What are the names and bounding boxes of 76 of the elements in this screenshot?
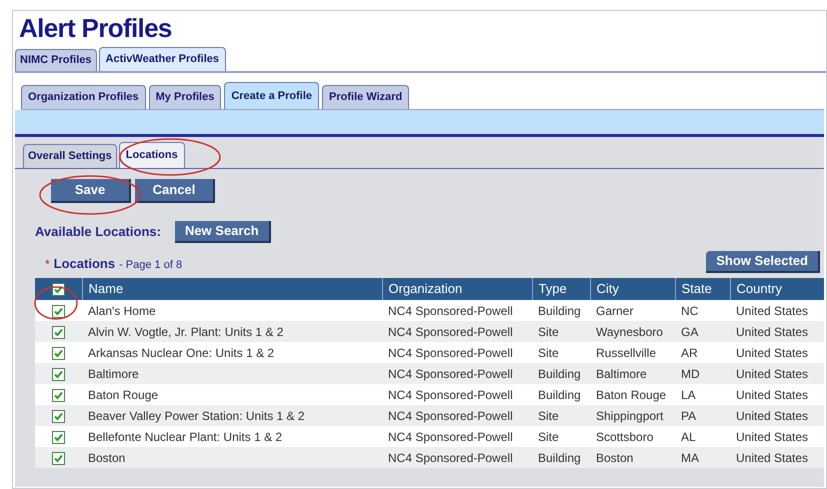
table-cell: Baton Rouge [596,388,666,402]
table-cell: Building [538,366,581,380]
table-cell: NC4 Sponsored-Powell [388,450,513,464]
table-cell: NC4 Sponsored-Powell [388,366,513,380]
checkbox[interactable] [52,304,65,318]
table-cell: Site [538,430,559,444]
checkbox[interactable] [52,368,65,381]
table-cell: United States [736,430,808,444]
table-cell: Shippingport [596,408,664,422]
table-cell: AR [681,346,698,360]
table-cell: Waynesboro [596,324,663,338]
table-cell: United States [736,408,808,422]
table-cell: Arkansas Nuclear One: Units 1 & 2 [88,346,274,360]
settings-tab[interactable]: Locations [118,142,185,168]
table-cell: Boston [88,450,126,464]
table-cell: Scottsboro [596,430,654,444]
table-cell: Building [538,450,581,464]
table-cell: Site [538,324,559,338]
profile-tab[interactable]: My Profiles [148,85,222,109]
table-cell: NC4 Sponsored-Powell [388,346,513,360]
table-cell: MA [681,450,699,464]
column-header[interactable]: Name [88,281,124,296]
table-cell: LA [681,388,696,402]
cancel-button[interactable]: Cancel [135,179,215,203]
save-button[interactable]: Save [51,179,131,203]
table-cell: GA [681,324,698,338]
table-cell: Russellville [596,346,656,360]
table-cell: Garner [596,304,634,318]
table-cell: Site [538,346,559,360]
table-cell: Building [538,304,581,318]
settings-tab[interactable]: Overall Settings [23,144,117,168]
table-cell: Alan's Home [88,304,156,318]
table-cell: NC4 Sponsored-Powell [388,324,513,338]
checkbox[interactable] [52,410,65,423]
page-title: Alert Profiles [19,13,173,43]
checkbox[interactable] [52,346,65,360]
table-cell: Beaver Valley Power Station: Units 1 & 2 [88,408,305,422]
profile-group-tab[interactable]: NIMC Profiles [15,49,97,71]
table-cell: United States [736,450,808,464]
profile-tab[interactable]: Organization Profiles [21,85,146,109]
profile-tab[interactable]: Profile Wizard [322,85,410,109]
annotation-ellipse [33,285,79,321]
new-search-button[interactable]: New Search [174,221,271,243]
table-cell: NC4 Sponsored-Powell [388,408,513,422]
table-cell: AL [681,430,696,444]
checkbox[interactable] [52,452,65,465]
table-cell: Alvin W. Vogtle, Jr. Plant: Units 1 & 2 [88,324,284,338]
table-cell: Site [538,408,559,422]
table-cell: United States [736,346,808,360]
table-cell: United States [736,366,808,380]
required-mark: * [45,256,50,272]
table-cell: PA [681,408,696,422]
available-locations-label: Available Locations: [35,223,161,242]
page-info: - Page 1 of 8 [119,258,182,272]
profile-tab[interactable]: Create a Profile [224,82,320,109]
table-cell: Boston [596,450,634,464]
profile-group-tab[interactable]: ActivWeather Profiles [98,47,226,71]
column-header[interactable]: City [596,281,619,296]
table-cell: NC4 Sponsored-Powell [388,304,513,318]
checkbox[interactable] [52,430,65,444]
table-cell: NC4 Sponsored-Powell [388,388,513,402]
table-cell: NC [681,304,698,318]
table-cell: Bellefonte Nuclear Plant: Units 1 & 2 [88,430,282,444]
table-cell: Baltimore [88,366,139,380]
checkbox[interactable] [52,326,65,339]
table-cell: Baton Rouge [88,388,158,402]
table-cell: United States [736,304,808,318]
table-cell: United States [736,324,808,338]
table-cell: United States [736,388,808,402]
show-selected-button[interactable]: Show Selected [706,251,820,273]
checkbox[interactable] [52,388,65,402]
locations-title: Locations [54,254,116,272]
table-cell: NC4 Sponsored-Powell [388,430,513,444]
table-cell: MD [681,366,700,380]
table-cell: Building [538,388,581,402]
table-cell: Baltimore [596,366,647,380]
